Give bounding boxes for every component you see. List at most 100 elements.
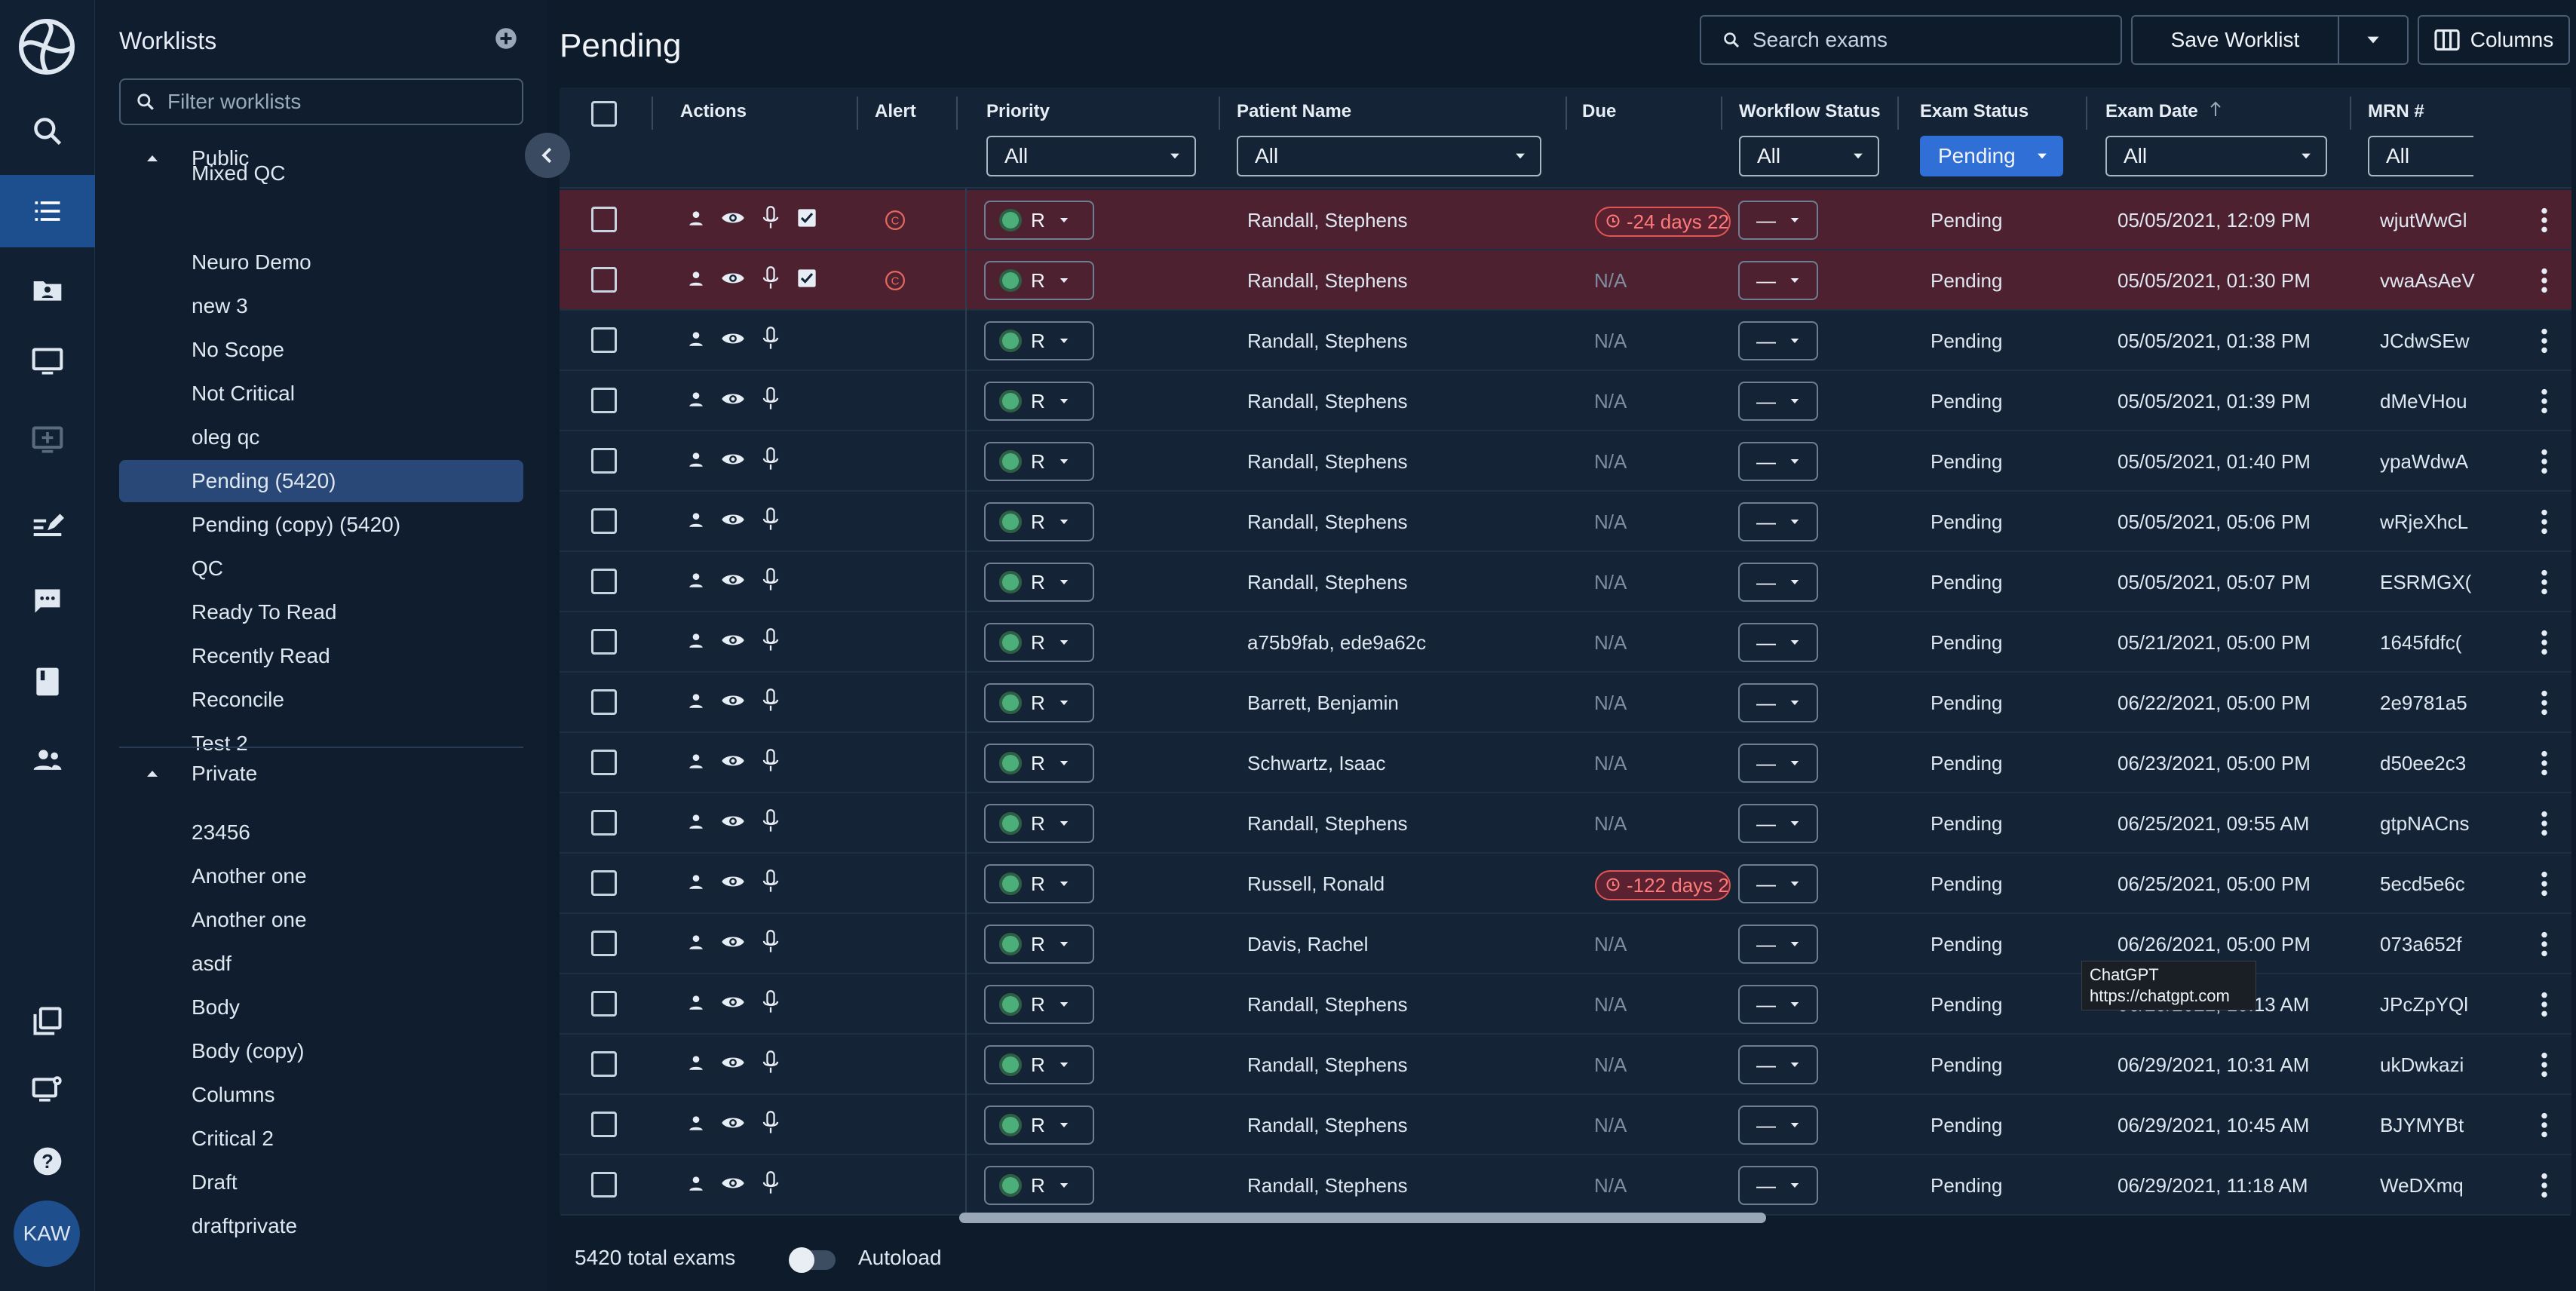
row-more-menu-icon[interactable] [2537, 552, 2552, 612]
dictate-mic-icon[interactable] [760, 989, 781, 1020]
worklist-item[interactable]: Ready To Read [119, 591, 523, 633]
assign-user-icon[interactable] [686, 208, 706, 233]
row-checkbox[interactable] [591, 448, 617, 474]
patient-name-filter-select[interactable]: All [1237, 136, 1541, 176]
row-more-menu-icon[interactable] [2537, 190, 2552, 250]
view-eye-icon[interactable] [721, 570, 745, 595]
assign-user-icon[interactable] [686, 329, 706, 354]
view-eye-icon[interactable] [721, 932, 745, 957]
patient-name[interactable]: Randall, Stephens [1247, 371, 1407, 431]
priority-select[interactable]: R [984, 201, 1094, 240]
patient-name[interactable]: Randall, Stephens [1247, 1095, 1407, 1155]
worklist-item[interactable]: Another one [119, 899, 523, 941]
add-worklist-icon[interactable] [495, 27, 517, 50]
row-checkbox[interactable] [591, 810, 617, 836]
table-row[interactable]: R Davis, Rachel N/A — Pending 06/26/2021… [560, 914, 2571, 974]
assign-user-icon[interactable] [686, 449, 706, 474]
workflow-status-filter-select[interactable]: All [1739, 136, 1879, 176]
worklist-item[interactable]: Columns [119, 1074, 523, 1116]
worklist-item[interactable]: No Scope [119, 329, 523, 371]
workflow-status-select[interactable]: — [1738, 442, 1818, 481]
row-more-menu-icon[interactable] [2537, 673, 2552, 733]
assign-user-icon[interactable] [686, 570, 706, 595]
view-eye-icon[interactable] [721, 751, 745, 776]
view-eye-icon[interactable] [721, 1113, 745, 1138]
worklist-item[interactable]: Reconcile [119, 679, 523, 721]
dictate-mic-icon[interactable] [760, 869, 781, 900]
book-icon[interactable] [0, 646, 95, 718]
assign-user-icon[interactable] [686, 751, 706, 776]
copy-icon[interactable] [0, 985, 95, 1057]
row-more-menu-icon[interactable] [2537, 914, 2552, 974]
view-eye-icon[interactable] [721, 1173, 745, 1198]
workflow-status-select[interactable]: — [1738, 1166, 1818, 1205]
row-more-menu-icon[interactable] [2537, 974, 2552, 1035]
patient-name[interactable]: Randall, Stephens [1247, 1155, 1407, 1216]
worklist-item[interactable]: QC [119, 547, 523, 590]
collapse-sidebar-button[interactable] [525, 133, 570, 178]
table-row[interactable]: R Randall, Stephens N/A — Pending 05/05/… [560, 371, 2571, 431]
row-more-menu-icon[interactable] [2537, 793, 2552, 854]
table-row[interactable]: C R Randall, Stephens -24 days 22 — Pend… [560, 190, 2571, 250]
dictate-mic-icon[interactable] [760, 205, 781, 236]
table-row[interactable]: R Randall, Stephens N/A — Pending 05/05/… [560, 552, 2571, 612]
dictate-mic-icon[interactable] [760, 929, 781, 960]
col-workflow-status[interactable]: Workflow Status [1739, 101, 1881, 122]
table-row[interactable]: R Randall, Stephens N/A — Pending 06/29/… [560, 1095, 2571, 1155]
patient-name[interactable]: Randall, Stephens [1247, 250, 1407, 311]
patient-name[interactable]: Randall, Stephens [1247, 552, 1407, 612]
row-checkbox[interactable] [591, 931, 617, 956]
priority-select[interactable]: R [984, 1166, 1094, 1205]
patient-name[interactable]: Randall, Stephens [1247, 492, 1407, 552]
priority-select[interactable]: R [984, 261, 1094, 300]
dictate-mic-icon[interactable] [760, 1050, 781, 1081]
priority-select[interactable]: R [984, 985, 1094, 1024]
row-checkbox[interactable] [591, 991, 617, 1017]
row-checkbox[interactable] [591, 689, 617, 715]
worklist-item[interactable]: Mixed QC [119, 163, 523, 184]
patient-name[interactable]: Randall, Stephens [1247, 311, 1407, 371]
row-checkbox[interactable] [591, 1112, 617, 1137]
patient-name[interactable]: Randall, Stephens [1247, 431, 1407, 492]
workflow-status-select[interactable]: — [1738, 683, 1818, 722]
assign-user-icon[interactable] [686, 691, 706, 716]
table-row[interactable]: R Schwartz, Isaac N/A — Pending 06/23/20… [560, 733, 2571, 793]
dictate-mic-icon[interactable] [760, 748, 781, 779]
workflow-status-select[interactable]: — [1738, 1045, 1818, 1084]
view-eye-icon[interactable] [721, 389, 745, 414]
help-icon[interactable]: ? [0, 1125, 95, 1197]
patient-folder-icon[interactable] [0, 253, 95, 326]
table-row[interactable]: R Randall, Stephens N/A — Pending 05/05/… [560, 431, 2571, 492]
view-eye-icon[interactable] [721, 208, 745, 233]
worklist-item[interactable]: Body [119, 986, 523, 1029]
approve-check-icon[interactable] [796, 268, 817, 294]
workflow-status-select[interactable]: — [1738, 502, 1818, 541]
col-exam-status[interactable]: Exam Status [1920, 101, 2029, 122]
monitor-add-icon[interactable] [0, 404, 95, 477]
priority-select[interactable]: R [984, 744, 1094, 783]
priority-select[interactable]: R [984, 563, 1094, 602]
assign-user-icon[interactable] [686, 992, 706, 1017]
view-eye-icon[interactable] [721, 329, 745, 354]
row-more-menu-icon[interactable] [2537, 612, 2552, 673]
view-eye-icon[interactable] [721, 630, 745, 655]
user-avatar[interactable]: KAW [14, 1201, 80, 1267]
private-group-toggle[interactable]: Private [119, 762, 257, 786]
patient-name[interactable]: Randall, Stephens [1247, 190, 1407, 250]
worklist-item[interactable]: 23456 [119, 811, 523, 854]
assign-user-icon[interactable] [686, 510, 706, 535]
row-checkbox[interactable] [591, 1051, 617, 1077]
priority-filter-select[interactable]: All [986, 136, 1196, 176]
worklist-item[interactable]: draftprivate [119, 1205, 523, 1247]
workflow-status-select[interactable]: — [1738, 563, 1818, 602]
assign-user-icon[interactable] [686, 811, 706, 836]
assign-user-icon[interactable] [686, 1173, 706, 1198]
columns-button[interactable]: Columns [2418, 15, 2570, 65]
row-more-menu-icon[interactable] [2537, 854, 2552, 914]
patient-name[interactable]: Barrett, Benjamin [1247, 673, 1399, 733]
row-more-menu-icon[interactable] [2537, 250, 2552, 311]
row-more-menu-icon[interactable] [2537, 1095, 2552, 1155]
dictate-mic-icon[interactable] [760, 1110, 781, 1141]
row-checkbox[interactable] [591, 327, 617, 353]
priority-select[interactable]: R [984, 623, 1094, 662]
